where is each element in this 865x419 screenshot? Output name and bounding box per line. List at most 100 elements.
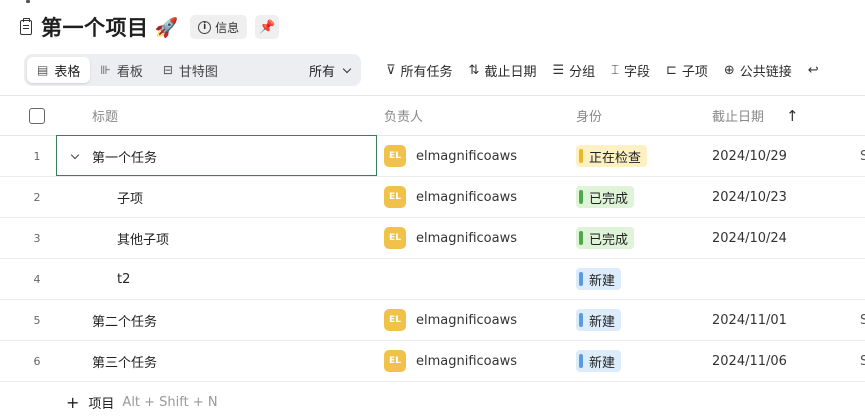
status-color-bar — [579, 149, 583, 163]
subitems-button[interactable]: ⊏ 子项 — [666, 61, 708, 80]
avatar: EL — [384, 309, 406, 331]
row-owner[interactable]: EL elmagnificoaws — [384, 218, 517, 258]
row-title[interactable]: t2 — [117, 259, 401, 299]
row-status[interactable]: 新建 — [576, 341, 622, 381]
avatar: EL — [384, 186, 406, 208]
row-title[interactable]: 子项 — [117, 177, 401, 217]
tab-table[interactable]: ▤ 表格 — [27, 57, 91, 83]
top-edge-mark — [26, 0, 30, 3]
status-label: 正在检查 — [589, 150, 642, 166]
avatar: EL — [384, 350, 406, 372]
row-due-date[interactable]: 2024/11/01 — [712, 300, 787, 340]
status-color-bar — [579, 313, 583, 327]
row-owner[interactable]: EL elmagnificoaws — [384, 341, 517, 381]
public-link-button[interactable]: ⊕ 公共链接 — [724, 61, 792, 80]
row-due-date[interactable]: 2024/10/24 — [712, 218, 787, 258]
table-row[interactable]: 6 第三个任务 EL elmagnificoaws 新建 2024/11/06 … — [0, 341, 865, 382]
row-due-date[interactable]: 2024/11/06 — [712, 341, 787, 381]
toolbar: ⊽ 所有任务 ⇅ 截止日期 ☰ 分组 ⌶ 字段 ⊏ 子项 ⊕ 公共链接 ↩ — [386, 58, 840, 82]
owner-name: elmagnificoaws — [416, 353, 518, 369]
chevron-down-icon — [70, 150, 80, 159]
status-badge: 已完成 — [576, 227, 635, 249]
group-icon: ☰ — [552, 62, 565, 78]
info-button[interactable]: i 信息 — [190, 15, 248, 39]
row-status[interactable]: 新建 — [576, 259, 622, 299]
status-badge: 正在检查 — [576, 145, 648, 167]
pin-icon: 📌 — [259, 19, 276, 35]
row-title[interactable]: 第三个任务 — [92, 341, 376, 381]
table-row[interactable]: 1 第一个任务 EL elmagnificoaws 正在检查 2024/10/2… — [0, 135, 865, 177]
tab-kanban-label: 看板 — [116, 64, 143, 80]
status-color-bar — [579, 190, 583, 204]
fields-button[interactable]: ⌶ 字段 — [611, 61, 650, 80]
undo-button[interactable]: ↩ — [808, 63, 824, 78]
row-owner[interactable]: EL elmagnificoaws — [384, 177, 517, 217]
gantt-icon: ⊟ — [162, 63, 173, 77]
owner-name: elmagnificoaws — [416, 312, 518, 328]
row-owner[interactable]: EL elmagnificoaws — [384, 136, 517, 176]
row-status[interactable]: 新建 — [576, 300, 622, 340]
select-all-checkbox-cell — [29, 96, 45, 135]
filter-label: 所有任务 — [400, 64, 453, 80]
subitems-label: 子项 — [681, 64, 708, 80]
status-label: 已完成 — [589, 191, 629, 207]
row-status[interactable]: 已完成 — [576, 218, 635, 258]
add-item-shortcut-hint: Alt + Shift + N — [122, 395, 218, 410]
info-icon: i — [198, 20, 212, 34]
column-header-status[interactable]: 身份 — [576, 96, 602, 135]
sort-ascending-icon[interactable]: ↑ — [786, 107, 799, 125]
sort-button[interactable]: ⇅ 截止日期 — [469, 61, 537, 80]
row-due-date[interactable]: 2024/10/23 — [712, 177, 787, 217]
status-color-bar — [579, 272, 583, 286]
status-badge: 新建 — [576, 309, 622, 331]
group-label: 分组 — [569, 64, 596, 80]
sort-icon: ⇅ — [468, 62, 480, 78]
kanban-icon: ⊪ — [100, 63, 111, 77]
table-row[interactable]: 5 第二个任务 EL elmagnificoaws 新建 2024/11/01 … — [0, 300, 865, 341]
tab-kanban[interactable]: ⊪ 看板 — [90, 57, 152, 83]
group-button[interactable]: ☰ 分组 — [552, 61, 595, 80]
row-number: 5 — [33, 313, 41, 327]
column-header-due-label: 截止日期 — [712, 110, 765, 125]
owner-name: elmagnificoaws — [416, 148, 518, 164]
row-title[interactable]: 第二个任务 — [92, 300, 376, 340]
undo-icon: ↩ — [807, 62, 819, 78]
status-label: 已完成 — [589, 232, 629, 248]
row-number: 4 — [33, 272, 41, 286]
page-header: 第一个项目 🚀 i 信息 📌 — [20, 12, 280, 42]
table-row[interactable]: 4 t2 新建 — [0, 259, 865, 300]
status-label: 新建 — [589, 314, 616, 330]
status-color-bar — [579, 231, 583, 245]
sort-label: 截止日期 — [484, 64, 537, 80]
row-status[interactable]: 正在检查 — [576, 136, 648, 176]
row-title[interactable]: 其他子项 — [117, 218, 401, 258]
status-badge: 新建 — [576, 350, 622, 372]
globe-icon: ⊕ — [723, 62, 735, 78]
view-filter-dropdown[interactable]: 所有 — [308, 61, 352, 80]
tab-gantt-label: 甘特图 — [178, 64, 218, 80]
row-title[interactable]: 第一个任务 — [92, 136, 376, 176]
filter-button[interactable]: ⊽ 所有任务 — [386, 61, 453, 80]
table-row[interactable]: 2 子项 EL elmagnificoaws 已完成 2024/10/23 — [0, 177, 865, 218]
row-status[interactable]: 已完成 — [576, 177, 635, 217]
column-header-owner[interactable]: 负责人 — [384, 96, 423, 135]
owner-name: elmagnificoaws — [416, 189, 518, 205]
row-owner[interactable]: EL elmagnificoaws — [384, 300, 517, 340]
add-item-button[interactable]: + 项目 Alt + Shift + N — [66, 393, 218, 412]
tab-gantt[interactable]: ⊟ 甘特图 — [153, 57, 228, 83]
task-table: 标题 负责人 身份 截止日期 ↑ 1 第一个任务 EL elmagnificoa… — [0, 95, 865, 382]
row-number: 3 — [33, 231, 41, 245]
table-row[interactable]: 3 其他子项 EL elmagnificoaws 已完成 2024/10/24 — [0, 218, 865, 259]
status-badge: 新建 — [576, 268, 622, 290]
select-all-checkbox[interactable] — [29, 107, 45, 124]
view-filter-label: 所有 — [308, 64, 335, 80]
status-color-bar — [579, 354, 583, 368]
column-header-due[interactable]: 截止日期 ↑ — [712, 96, 799, 135]
row-due-date[interactable]: 2024/10/29 — [712, 136, 787, 176]
row-number: 6 — [33, 354, 41, 368]
rocket-emoji: 🚀 — [154, 16, 179, 39]
column-header-title[interactable]: 标题 — [92, 96, 376, 135]
clipboard-icon — [20, 17, 32, 35]
pin-button[interactable]: 📌 — [255, 15, 280, 39]
expand-toggle[interactable] — [70, 136, 80, 176]
